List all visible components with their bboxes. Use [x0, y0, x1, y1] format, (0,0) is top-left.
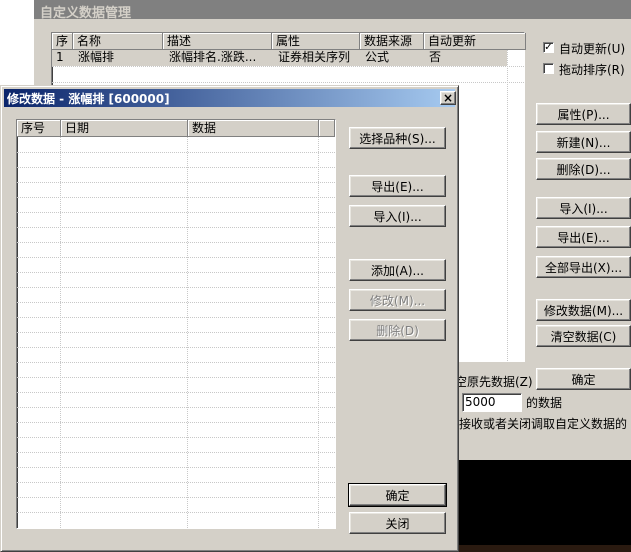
export-all-button[interactable]: 全部导出(X)... — [536, 256, 631, 278]
dialog-titlebar[interactable]: 修改数据 - 涨幅排 [600000] × — [4, 89, 456, 107]
add-button[interactable]: 添加(A)... — [349, 259, 446, 281]
col-header-auto[interactable]: 自动更新 — [424, 33, 526, 50]
select-symbol-button[interactable]: 选择品种(S)... — [349, 127, 446, 149]
dialog-ok-button[interactable]: 确定 — [348, 483, 447, 507]
grid-header-data[interactable]: 数据 — [188, 120, 319, 137]
row-index: 1 — [56, 50, 64, 64]
export-button[interactable]: 导出(E)... — [536, 226, 631, 248]
dialog-delete-button[interactable]: 删除(D) — [349, 319, 446, 341]
dialog-close-button[interactable]: 关闭 — [349, 512, 446, 534]
grid-header-index[interactable]: 序号 — [17, 120, 61, 137]
grid-header-filler — [319, 120, 335, 137]
auto-update-checkbox[interactable]: ✓ — [543, 42, 554, 53]
row-source: 公式 — [365, 50, 390, 64]
col-header-desc[interactable]: 描述 — [163, 33, 272, 50]
delete-button[interactable]: 删除(D)... — [536, 158, 631, 180]
clear-data-button[interactable]: 清空数据(C) — [536, 325, 631, 347]
drag-sort-checkbox[interactable] — [543, 63, 554, 74]
properties-button[interactable]: 属性(P)... — [536, 103, 631, 125]
clear-prev-label[interactable]: 空原先数据(Z) — [455, 373, 533, 390]
data-grid[interactable]: 序号 日期 数据 — [16, 119, 336, 529]
col-header-attr[interactable]: 属性 — [272, 33, 360, 50]
grid-header-date[interactable]: 日期 — [61, 120, 188, 137]
modify-data-button[interactable]: 修改数据(M)... — [536, 299, 631, 321]
auto-update-label[interactable]: 自动更新(U) — [559, 40, 625, 57]
dialog-title: 修改数据 - 涨幅排 [600000] — [7, 92, 170, 106]
row-attr: 证券相关序列 — [278, 50, 351, 64]
keep-count-value: 5000 — [465, 395, 496, 409]
edit-data-dialog: 修改数据 - 涨幅排 [600000] × 序号 日期 数据 选择品种(S)..… — [0, 85, 459, 552]
keep-count-input[interactable]: 5000 — [462, 393, 522, 412]
col-header-index[interactable]: 序 — [52, 33, 73, 50]
table-row[interactable]: 1 涨幅排 涨幅排名.涨跌... 证券相关序列 公式 否 — [52, 50, 507, 66]
row-auto: 否 — [429, 50, 442, 64]
main-window-titlebar[interactable]: 自定义数据管理 — [34, 0, 631, 21]
main-ok-button[interactable]: 确定 — [536, 368, 631, 390]
row-name: 涨幅排 — [78, 50, 115, 64]
modify-button[interactable]: 修改(M)... — [349, 289, 446, 311]
row-desc: 涨幅排名.涨跌... — [169, 50, 257, 64]
col-header-name[interactable]: 名称 — [73, 33, 163, 50]
drag-sort-label[interactable]: 拖动排序(R) — [559, 61, 625, 78]
col-header-source[interactable]: 数据来源 — [360, 33, 424, 50]
dialog-export-button[interactable]: 导出(E)... — [349, 175, 446, 197]
dialog-import-button[interactable]: 导入(I)... — [349, 205, 446, 227]
import-button[interactable]: 导入(I)... — [536, 197, 631, 219]
desktop-strip — [0, 0, 34, 90]
dialog-close-icon[interactable]: × — [440, 91, 456, 105]
keep-count-suffix: 的数据 — [526, 396, 563, 410]
main-window-title: 自定义数据管理 — [40, 6, 132, 21]
new-button[interactable]: 新建(N)... — [536, 131, 631, 153]
note-text: 接收或者关闭调取自定义数据的 — [459, 417, 628, 431]
